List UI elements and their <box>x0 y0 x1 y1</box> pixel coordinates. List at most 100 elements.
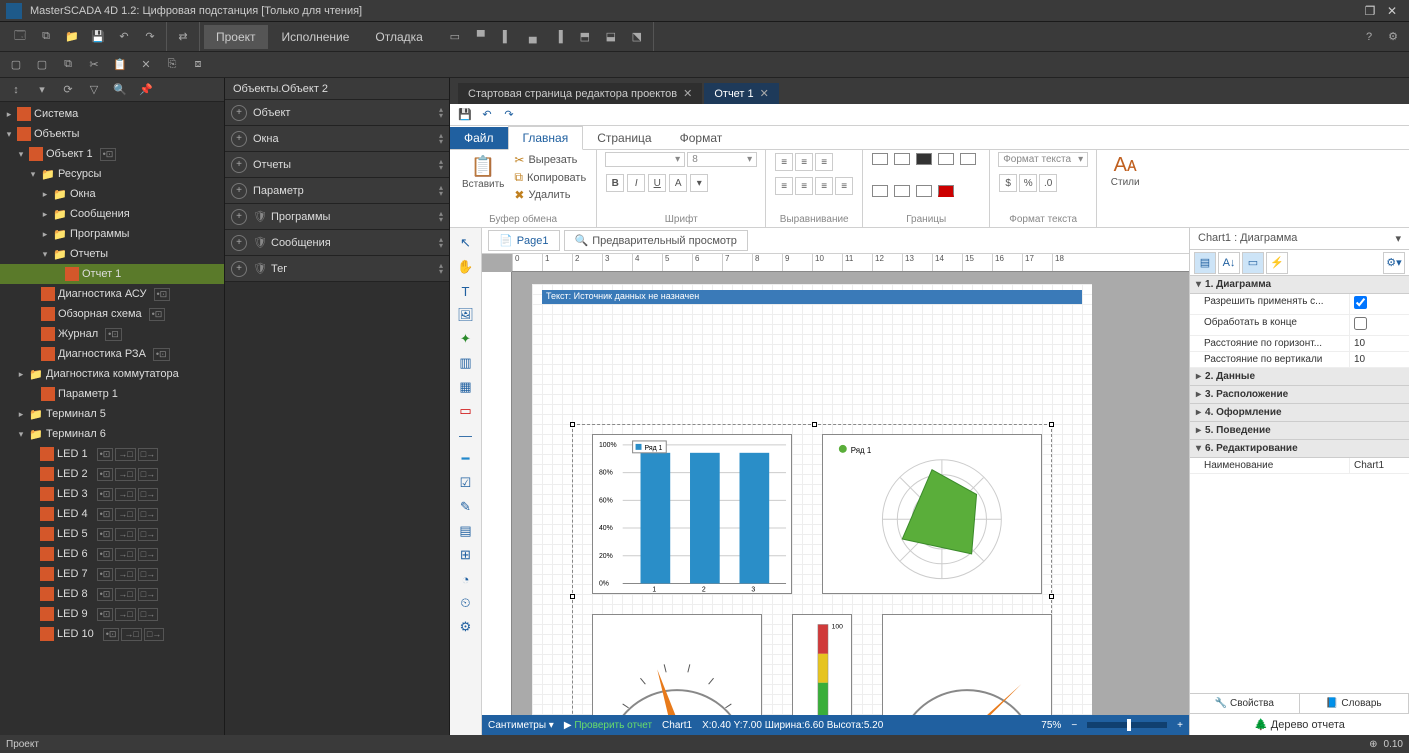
radar-chart-widget[interactable]: Ряд 1 <box>822 434 1042 594</box>
ribbon-tab-main[interactable]: Главная <box>508 126 584 150</box>
font-size-select[interactable]: 8▾ <box>687 152 757 167</box>
align-left-icon[interactable]: ⬒ <box>573 25 597 49</box>
hline-tool-icon[interactable]: ━ <box>455 448 477 470</box>
node-diag-komm[interactable]: ▸📁Диагностика коммутатора <box>0 364 224 384</box>
node-diag-rza[interactable]: Диагностика РЗА•⊡ <box>0 344 224 364</box>
hand-tool-icon[interactable]: ✋ <box>455 256 477 278</box>
gauge-widget-2[interactable] <box>882 614 1052 715</box>
cut-icon[interactable]: ✂ <box>82 53 106 77</box>
bold-button[interactable]: B <box>606 174 624 192</box>
thermometer-widget[interactable]: 100 0 <box>792 614 852 715</box>
border-bottom-button[interactable] <box>894 185 910 197</box>
undo-icon[interactable]: ↶ <box>478 107 496 123</box>
redo-icon[interactable]: ↷ <box>500 107 518 123</box>
percent-button[interactable]: % <box>1019 174 1037 192</box>
allow-checkbox[interactable] <box>1354 296 1367 309</box>
crosstab-tool-icon[interactable]: ⊞ <box>455 544 477 566</box>
node-terminal5[interactable]: ▸📁Терминал 5 <box>0 404 224 424</box>
settings-gear-icon[interactable]: ⚙▾ <box>1383 252 1405 274</box>
paste-icon[interactable]: 📋 <box>108 53 132 77</box>
node-led4[interactable]: LED 4•⊡→□□→ <box>0 504 224 524</box>
node-led7[interactable]: LED 7•⊡→□□→ <box>0 564 224 584</box>
acc-messages[interactable]: +🛡Сообщения▴▾ <box>225 230 449 256</box>
project-tree[interactable]: ▸Система ▾Объекты ▾Объект 1•⊡ ▾📁Ресурсы … <box>0 102 224 735</box>
delete-button[interactable]: ✖Удалить <box>512 187 588 203</box>
settings-icon[interactable]: ⚙ <box>1381 25 1405 49</box>
border-left-button[interactable] <box>938 153 954 165</box>
align-center-icon[interactable]: ⬓ <box>599 25 623 49</box>
canvas[interactable]: 0123456789101112131415161718 Текст: Исто… <box>482 254 1189 715</box>
category-behaviour[interactable]: ▸5. Поведение <box>1190 422 1409 440</box>
new-icon[interactable]: ▢ <box>4 53 28 77</box>
border-color-button[interactable] <box>938 185 954 197</box>
tab-start-page[interactable]: Стартовая страница редактора проектов✕ <box>458 83 702 104</box>
align-icon[interactable]: ▭ <box>443 25 467 49</box>
shape-tool-icon[interactable]: ▭ <box>455 400 477 422</box>
subreport-tool-icon[interactable]: ▤ <box>455 520 477 542</box>
bar-chart-widget[interactable]: 100% 80% 60% 40% 20% 0% 123 <box>592 434 792 594</box>
text-tool-icon[interactable]: T <box>455 280 477 302</box>
gauge-widget-1[interactable] <box>592 614 762 715</box>
distribute-h-icon[interactable]: ▐ <box>547 25 571 49</box>
node-journal[interactable]: Журнал•⊡ <box>0 324 224 344</box>
ribbon-tab-file[interactable]: Файл <box>450 127 508 149</box>
open-icon[interactable]: 📁 <box>60 25 84 49</box>
help-icon[interactable]: ? <box>1357 25 1381 49</box>
image-tool-icon[interactable]: 🖼 <box>455 304 477 326</box>
search-icon[interactable]: 🔍 <box>108 78 132 102</box>
copy-button[interactable]: ⧉Копировать <box>512 169 588 186</box>
border-outer-button[interactable] <box>916 153 932 165</box>
node-led6[interactable]: LED 6•⊡→□□→ <box>0 544 224 564</box>
events-button[interactable]: ▭ <box>1242 252 1264 274</box>
copy-icon[interactable]: ⧉ <box>56 53 80 77</box>
checkbox-tool-icon[interactable]: ☑ <box>455 472 477 494</box>
save-icon[interactable]: 💾 <box>456 107 474 123</box>
richtext-tool-icon[interactable]: ✎ <box>455 496 477 518</box>
delete-icon[interactable]: ✕ <box>134 53 158 77</box>
prop-name[interactable]: НаименованиеChart1 <box>1190 458 1409 474</box>
styles-button[interactable]: AᴀСтили <box>1105 152 1145 190</box>
border-inner-button[interactable] <box>916 185 932 197</box>
acc-tag[interactable]: +🛡Тег▴▾ <box>225 256 449 282</box>
node-led10[interactable]: LED 10•⊡→□□→ <box>0 624 224 644</box>
node-windows[interactable]: ▸📁Окна <box>0 184 224 204</box>
report-page[interactable]: Текст: Источник данных не назначен 1 <box>532 284 1092 715</box>
align-top-button[interactable]: ≡ <box>775 153 793 171</box>
node-param1[interactable]: Параметр 1 <box>0 384 224 404</box>
redo-icon[interactable]: ↷ <box>138 25 162 49</box>
underline-button[interactable]: U <box>648 174 666 192</box>
font-color-button[interactable]: A <box>669 174 687 192</box>
category-data[interactable]: ▸2. Данные <box>1190 368 1409 386</box>
align-v-icon[interactable]: ▌ <box>495 25 519 49</box>
node-object1[interactable]: ▾Объект 1•⊡ <box>0 144 224 164</box>
flash-icon[interactable]: ⚡ <box>1266 252 1288 274</box>
connect-icon[interactable]: ⇄ <box>171 25 195 49</box>
refresh-icon[interactable]: ⟳ <box>56 78 80 102</box>
border-all-button[interactable] <box>872 153 888 165</box>
process-end-checkbox[interactable] <box>1354 317 1367 330</box>
map-tool-icon[interactable]: ⚙ <box>455 616 477 638</box>
node-diag-asu[interactable]: Диагностика АСУ•⊡ <box>0 284 224 304</box>
pointer-tool-icon[interactable]: ↖ <box>455 232 477 254</box>
units-selector[interactable]: Сантиметры ▾ <box>488 720 554 731</box>
align-bottom-button[interactable]: ≡ <box>815 153 833 171</box>
categorized-button[interactable]: ▤ <box>1194 252 1216 274</box>
ribbon-tab-page[interactable]: Страница <box>583 127 665 149</box>
align-right-button[interactable]: ≡ <box>815 177 833 195</box>
menu-execution[interactable]: Исполнение <box>270 25 362 49</box>
close-icon[interactable]: ✕ <box>683 87 692 100</box>
tab-properties[interactable]: 🔧Свойства <box>1190 694 1300 713</box>
prop-dist-v[interactable]: Расстояние по вертикали10 <box>1190 352 1409 368</box>
border-right-button[interactable] <box>872 185 888 197</box>
tab-dictionary[interactable]: 📘Словарь <box>1300 694 1409 713</box>
decimal-inc-button[interactable]: .0 <box>1039 174 1057 192</box>
gauge-tool-icon[interactable]: ⏲ <box>455 592 477 614</box>
table-tool-icon[interactable]: ▦ <box>455 376 477 398</box>
page-tab-page1[interactable]: 📄Page1 <box>488 230 560 251</box>
restore-button[interactable]: ❐ <box>1359 2 1381 20</box>
node-programs[interactable]: ▸📁Программы <box>0 224 224 244</box>
zoom-in-icon[interactable]: ⊕ <box>1369 739 1377 750</box>
node-overview[interactable]: Обзорная схема•⊡ <box>0 304 224 324</box>
acc-object[interactable]: +Объект▴▾ <box>225 100 449 126</box>
zoom-in-button[interactable]: + <box>1177 720 1183 731</box>
